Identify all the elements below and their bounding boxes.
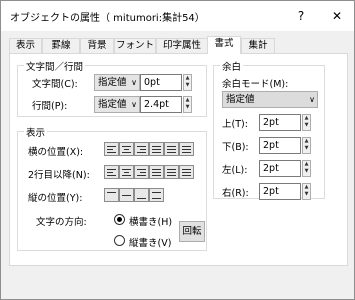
horizontal-label[interactable]: 横書き(H)	[129, 214, 172, 228]
char-spacing-label: 文字間(C):	[32, 79, 78, 90]
spin-up-icon[interactable]: ▲	[184, 97, 191, 104]
close-button[interactable]: ✕	[327, 6, 347, 26]
spin-down-icon[interactable]: ▼	[184, 104, 191, 111]
window-title: オブジェクトの属性（ mitumori:集計54）	[10, 13, 205, 24]
margin-right-spinner[interactable]: ▲ ▼	[302, 183, 311, 200]
line-spacing-label: 行間(P):	[32, 101, 68, 112]
line-spacing-mode-value: 指定値	[98, 99, 127, 110]
h-position-label: 横の位置(X):	[28, 147, 84, 158]
spin-up-icon[interactable]: ▲	[303, 184, 310, 191]
align-even-icon[interactable]	[179, 165, 194, 179]
margin-mode-value: 指定値	[226, 94, 255, 105]
title-bar: オブジェクトの属性（ mitumori:集計54） ? ✕	[1, 1, 354, 31]
spin-down-icon[interactable]: ▼	[303, 191, 310, 198]
v-position-label: 縦の位置(Y):	[28, 193, 83, 204]
align-distribute-icon[interactable]	[164, 165, 179, 179]
tab-background[interactable]: 背景	[80, 38, 114, 53]
margin-group: 余白 余白モード(M): 指定値 ∨ 上(T): 2pt ▲ ▼ 下(B): 2pt…	[213, 59, 325, 200]
char-spacing-mode-value: 指定値	[98, 77, 127, 88]
margin-left-spinner[interactable]: ▲ ▼	[302, 160, 311, 177]
char-spacing-mode-select[interactable]: 指定値 ∨	[94, 74, 140, 91]
vertical-radio[interactable]	[114, 235, 125, 246]
align-distribute-icon[interactable]	[164, 142, 179, 156]
margin-top-spinner[interactable]: ▲ ▼	[302, 114, 311, 131]
margin-left-label: 左(L):	[222, 165, 248, 176]
tab-display[interactable]: 表示	[9, 38, 42, 53]
margin-top-label: 上(T):	[222, 119, 248, 130]
display-group: 表示 横の位置(X): 2行目以降(N): 縦の位置(Y): 文字の方向: 横書…	[17, 125, 207, 251]
align-left-icon[interactable]	[104, 142, 119, 156]
align-right-icon[interactable]	[134, 165, 149, 179]
margin-right-input[interactable]: 2pt	[259, 183, 301, 200]
dialog-window: オブジェクトの属性（ mitumori:集計54） ? ✕ 表示 罫線 背景 フ…	[0, 0, 355, 300]
align-justify-icon[interactable]	[149, 142, 164, 156]
char-spacing-input[interactable]: 0pt	[140, 74, 182, 91]
align-center-icon[interactable]	[119, 165, 134, 179]
align-justify-icon[interactable]	[149, 165, 164, 179]
spin-down-icon[interactable]: ▼	[303, 145, 310, 152]
valign-top-icon[interactable]	[104, 188, 119, 202]
char-spacing-spinner[interactable]: ▲ ▼	[183, 74, 192, 91]
chevron-down-icon: ∨	[131, 100, 137, 109]
margin-mode-label: 余白モード(M):	[222, 79, 289, 90]
horizontal-radio[interactable]	[114, 214, 125, 225]
spin-up-icon[interactable]: ▲	[303, 115, 310, 122]
margin-bottom-label: 下(B):	[222, 142, 249, 153]
tab-print-attributes[interactable]: 印字属性	[156, 38, 208, 53]
line-spacing-mode-select[interactable]: 指定値 ∨	[94, 96, 140, 113]
spin-up-icon[interactable]: ▲	[184, 75, 191, 82]
tab-bar: 表示 罫線 背景 フォント 印字属性 書式 集計	[9, 36, 347, 54]
align-even-icon[interactable]	[179, 142, 194, 156]
margin-group-title: 余白	[220, 59, 244, 73]
valign-distribute-icon[interactable]	[149, 188, 164, 202]
vertical-label[interactable]: 縦書き(V)	[129, 235, 171, 249]
line-spacing-input[interactable]: 2.4pt	[140, 96, 182, 113]
tab-font[interactable]: フォント	[114, 38, 156, 53]
valign-bottom-icon[interactable]	[134, 188, 149, 202]
spin-up-icon[interactable]: ▲	[303, 161, 310, 168]
rotate-button[interactable]: 回転	[179, 221, 205, 242]
margin-top-input[interactable]: 2pt	[259, 114, 301, 131]
chevron-down-icon: ∨	[131, 78, 137, 87]
spin-down-icon[interactable]: ▼	[184, 82, 191, 89]
margin-bottom-spinner[interactable]: ▲ ▼	[302, 137, 311, 154]
valign-middle-icon[interactable]	[119, 188, 134, 202]
tab-aggregate[interactable]: 集計	[241, 38, 275, 53]
margin-left-input[interactable]: 2pt	[259, 160, 301, 177]
tab-format[interactable]: 書式	[207, 36, 241, 54]
display-group-title: 表示	[24, 125, 48, 139]
align-right-icon[interactable]	[134, 142, 149, 156]
spacing-group: 文字間／行間 文字間(C): 指定値 ∨ 0pt ▲ ▼ 行間(P): 指定値 ∨ 2…	[17, 59, 207, 117]
spin-down-icon[interactable]: ▼	[303, 122, 310, 129]
align-center-icon[interactable]	[119, 142, 134, 156]
margin-mode-select[interactable]: 指定値 ∨	[222, 91, 318, 108]
margin-right-label: 右(R):	[222, 188, 249, 199]
second-line-label: 2行目以降(N):	[28, 170, 90, 181]
spin-up-icon[interactable]: ▲	[303, 138, 310, 145]
align-left-icon[interactable]	[104, 165, 119, 179]
spin-down-icon[interactable]: ▼	[303, 168, 310, 175]
format-tab-panel: 文字間／行間 文字間(C): 指定値 ∨ 0pt ▲ ▼ 行間(P): 指定値 ∨ 2…	[9, 53, 348, 266]
direction-label: 文字の方向:	[36, 217, 87, 228]
chevron-down-icon: ∨	[309, 95, 315, 104]
margin-bottom-input[interactable]: 2pt	[259, 137, 301, 154]
spacing-group-title: 文字間／行間	[24, 59, 86, 73]
tab-borders[interactable]: 罫線	[42, 38, 80, 53]
line-spacing-spinner[interactable]: ▲ ▼	[183, 96, 192, 113]
help-button[interactable]: ?	[291, 6, 311, 26]
